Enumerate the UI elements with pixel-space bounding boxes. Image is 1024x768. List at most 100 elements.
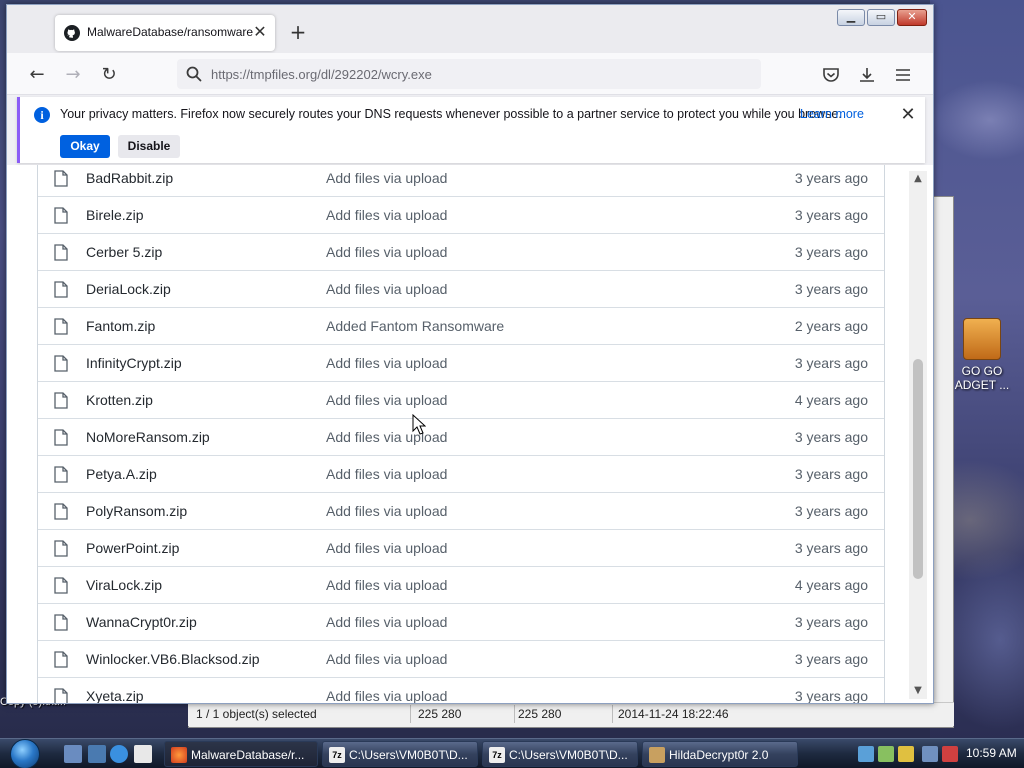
clock[interactable]: 10:59 AM [966,746,1017,760]
commit-message-link[interactable]: Add files via upload [326,540,447,556]
file-name-link[interactable]: Birele.zip [86,207,144,223]
reload-button[interactable]: ↻ [97,63,121,87]
okay-button[interactable]: Okay [60,135,110,158]
commit-message-link[interactable]: Add files via upload [326,577,447,593]
file-name-link[interactable]: Petya.A.zip [86,466,157,482]
commit-message-link[interactable]: Add files via upload [326,503,447,519]
new-tab-button[interactable]: + [287,21,309,43]
url-input[interactable] [211,65,731,83]
file-row[interactable]: WannaCrypt0r.zip Add files via upload 3 ye… [38,603,884,640]
file-row[interactable]: PolyRansom.zip Add files via upload 3 year… [38,492,884,529]
file-name-link[interactable]: BadRabbit.zip [86,170,173,186]
tray-icon-network[interactable] [858,746,874,762]
commit-age: 3 years ago [794,503,868,519]
file-row[interactable]: Winlocker.VB6.Blacksod.zip Add files via … [38,640,884,677]
file-name-link[interactable]: NoMoreRansom.zip [86,429,210,445]
desktop-shortcut-label-1: GO GO [961,364,1003,378]
back-button[interactable]: ← [25,63,49,87]
commit-message-link[interactable]: Add files via upload [326,651,447,667]
explorer-icon[interactable] [88,745,106,763]
internet-explorer-icon[interactable] [110,745,128,763]
file-name-link[interactable]: WannaCrypt0r.zip [86,614,197,630]
notification-close-button[interactable]: ✕ [896,103,920,127]
taskbar-button-7zip-1[interactable]: 7z C:\Users\VM0B0T\D... [322,741,478,767]
vertical-scrollbar[interactable]: ▲ ▼ [909,171,927,699]
close-window-button[interactable]: ✕ [897,9,927,26]
file-name-link[interactable]: ViraLock.zip [86,577,162,593]
file-row[interactable]: Birele.zip Add files via upload 3 years ag… [38,196,884,233]
file-name-link[interactable]: Krotten.zip [86,392,153,408]
maximize-button[interactable]: ▭ [867,9,895,26]
show-desktop-icon[interactable] [64,745,82,763]
privacy-notification: i Your privacy matters. Firefox now secu… [17,97,925,163]
taskbar-button-hildadecryptor[interactable]: HildaDecrypt0r 2.0 [642,741,798,767]
file-row[interactable]: DeriaLock.zip Add files via upload 3 years… [38,270,884,307]
status-separator [612,705,613,723]
file-list: BadRabbit.zip Add files via upload 3 years… [37,165,885,703]
file-name-link[interactable]: Fantom.zip [86,318,155,334]
pocket-icon[interactable] [821,65,841,85]
tab-close-button[interactable]: ✕ [251,22,269,42]
file-name-link[interactable]: PowerPoint.zip [86,540,179,556]
address-bar[interactable] [177,59,761,89]
status-separator [410,705,411,723]
commit-message-link[interactable]: Add files via upload [326,688,447,703]
taskbar-button-firefox[interactable]: MalwareDatabase/r... [164,741,318,767]
file-row[interactable]: InfinityCrypt.zip Add files via upload 3 y… [38,344,884,381]
file-icon [54,355,68,372]
commit-message-link[interactable]: Add files via upload [326,355,447,371]
search-icon [186,66,202,82]
desktop-shortcut-gadget[interactable]: GO GO ADGET ... [952,318,1012,392]
download-icon[interactable] [857,65,877,85]
commit-message-link[interactable]: Added Fantom Ransomware [326,318,504,334]
commit-message-link[interactable]: Add files via upload [326,244,447,260]
file-row[interactable]: Xyeta.zip Add files via upload 3 years ago [38,677,884,703]
forward-button[interactable]: → [61,63,85,87]
scrollbar-thumb[interactable] [913,359,923,579]
file-name-link[interactable]: DeriaLock.zip [86,281,171,297]
disable-button[interactable]: Disable [118,135,180,158]
taskbar-button-7zip-2[interactable]: 7z C:\Users\VM0B0T\D... [482,741,638,767]
file-row[interactable]: PowerPoint.zip Add files via upload 3 year… [38,529,884,566]
file-name-link[interactable]: InfinityCrypt.zip [86,355,182,371]
minimize-button[interactable]: ▁ [837,9,865,26]
tray-icon-security[interactable] [898,746,914,762]
commit-message-link[interactable]: Add files via upload [326,207,447,223]
file-row[interactable]: BadRabbit.zip Add files via upload 3 years… [38,165,884,196]
file-row[interactable]: NoMoreRansom.zip Add files via upload 3 ye… [38,418,884,455]
firefox-window[interactable]: MalwareDatabase/ransomwares ✕ + ▁ ▭ ✕ ← … [6,4,934,704]
commit-message-link[interactable]: Add files via upload [326,466,447,482]
file-icon [54,466,68,483]
file-row[interactable]: Fantom.zip Added Fantom Ransomware 2 years… [38,307,884,344]
file-icon [54,244,68,261]
learn-more-link[interactable]: Learn more [800,107,864,121]
tab-title: MalwareDatabase/ransomwares [87,25,253,39]
tray-icon-display[interactable] [922,746,938,762]
info-icon: i [34,107,50,123]
title-bar[interactable]: MalwareDatabase/ransomwares ✕ + ▁ ▭ ✕ [7,5,933,53]
browser-tab[interactable]: MalwareDatabase/ransomwares ✕ [55,15,275,51]
status-modified: 2014-11-24 18:22:46 [618,707,729,721]
start-button[interactable] [10,739,46,768]
commit-message-link[interactable]: Add files via upload [326,281,447,297]
file-row[interactable]: Petya.A.zip Add files via upload 3 years a… [38,455,884,492]
file-name-link[interactable]: Winlocker.VB6.Blacksod.zip [86,651,260,667]
menu-icon[interactable] [893,65,913,85]
commit-message-link[interactable]: Add files via upload [326,392,447,408]
file-name-link[interactable]: PolyRansom.zip [86,503,187,519]
speaker-muted-icon[interactable] [942,746,958,762]
commit-message-link[interactable]: Add files via upload [326,170,447,186]
scroll-down-arrow[interactable]: ▼ [912,685,924,697]
file-row[interactable]: Cerber 5.zip Add files via upload 3 years … [38,233,884,270]
taskbar-label: MalwareDatabase/r... [191,748,305,762]
commit-message-link[interactable]: Add files via upload [326,614,447,630]
file-row[interactable]: Krotten.zip Add files via upload 4 years a… [38,381,884,418]
notepad-icon[interactable] [134,745,152,763]
tray-icon-app[interactable] [878,746,894,762]
commit-message-link[interactable]: Add files via upload [326,429,447,445]
status-selection: 1 / 1 object(s) selected [196,707,317,721]
file-name-link[interactable]: Xyeta.zip [86,688,144,703]
file-row[interactable]: ViraLock.zip Add files via upload 4 years … [38,566,884,603]
file-name-link[interactable]: Cerber 5.zip [86,244,162,260]
scroll-up-arrow[interactable]: ▲ [912,173,924,185]
